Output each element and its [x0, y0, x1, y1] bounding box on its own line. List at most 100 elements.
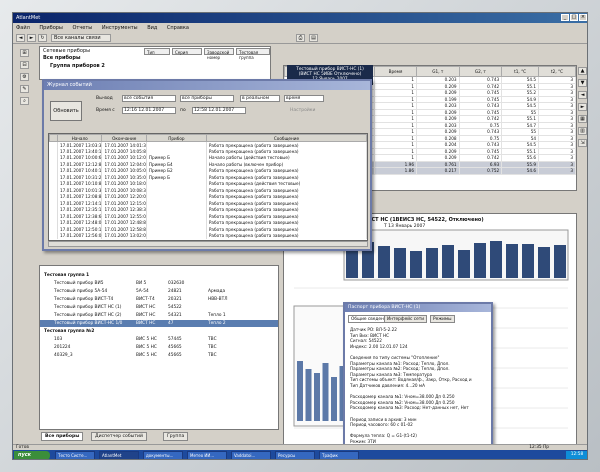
taskbar-item[interactable]: Метео ИИ...	[187, 451, 227, 459]
chart-bar	[474, 243, 486, 278]
chart-icon[interactable]: ▥	[578, 127, 587, 135]
photo-frame: AtlantMet _ □ × Файл Приборы Отчеты Инст…	[0, 0, 600, 472]
menu-help[interactable]: Справка	[167, 25, 189, 31]
tool-icon-5[interactable]: ⌕	[20, 97, 29, 105]
chart-small-bar	[322, 363, 329, 421]
taskbar-item[interactable]: Vaddatoi...	[231, 451, 271, 459]
device-cell: ТВС	[208, 352, 217, 358]
arrow-down-icon[interactable]: ▼	[578, 79, 587, 87]
print-icon[interactable]: ⎙	[296, 34, 305, 42]
chart-bar	[394, 248, 406, 278]
tree-all[interactable]: Все приборы	[43, 55, 80, 61]
dialog-titlebar[interactable]: Журнал событий	[44, 81, 370, 90]
popup-tab-modes[interactable]: Режимы	[430, 315, 455, 323]
arrow-left-icon[interactable]: ◄	[578, 91, 587, 99]
open-icon[interactable]: ▤	[309, 34, 318, 42]
grid-icon[interactable]: ▦	[578, 115, 587, 123]
device-row[interactable]: 201224 ВИС 5 НС 45665 ТВС	[40, 344, 278, 351]
event-cell: 17.01.2007 12:12:8	[57, 161, 103, 168]
col-message[interactable]: Сообщение	[205, 134, 367, 142]
col-device[interactable]: Прибор	[145, 134, 207, 142]
tab-event-dispatcher[interactable]: Диспетчер событий	[91, 432, 147, 441]
refresh-icon[interactable]: ↻	[38, 34, 47, 42]
window-titlebar[interactable]: AtlantMet _ □ ×	[13, 13, 587, 23]
device-row[interactable]: Тестовый прибор ВИ5 ВИ 5 032630	[40, 280, 278, 287]
taskbar-item[interactable]: Тесто Систе...	[55, 451, 95, 459]
arrow-right-icon[interactable]: ►	[578, 103, 587, 111]
tab-group[interactable]: Группа	[163, 432, 189, 441]
to-datetime[interactable]: 12:58 12.01.2007	[192, 107, 246, 114]
export-icon[interactable]: ⇲	[578, 139, 587, 147]
device-cell: 5А-54	[136, 288, 149, 294]
tab-serial[interactable]: Заводской номер	[204, 48, 234, 60]
device-filter[interactable]: все приборы	[180, 95, 234, 102]
menu-file[interactable]: Файл	[16, 25, 30, 31]
tab-series[interactable]: Серия	[172, 48, 202, 55]
taskbar-item[interactable]: Ресурсы	[275, 451, 315, 459]
all-links-toggle[interactable]: Все каналы связи	[51, 34, 111, 42]
minimize-button[interactable]: _	[561, 14, 569, 21]
menu-view[interactable]: Вид	[147, 25, 157, 31]
tool-icon-2[interactable]: ⊟	[20, 61, 29, 69]
device-cell: ВИСТ НС	[136, 304, 156, 310]
col-start[interactable]: Начало	[56, 134, 103, 142]
taskbar-item[interactable]: Трафик	[319, 451, 359, 459]
refresh-button[interactable]: Обновить	[50, 101, 82, 121]
col-g1[interactable]: G2, т	[458, 66, 503, 77]
taskbar-item[interactable]: AtlantMet	[99, 451, 139, 459]
tool-icon-1[interactable]: ⊞	[20, 49, 29, 57]
event-row[interactable]: 17.01.2007 12:56:0 17.01.2007 13:02:0 Рабо…	[49, 232, 367, 239]
menu-reports[interactable]: Отчеты	[72, 25, 92, 31]
device-row[interactable]: Тестовый прибор 5А-54 5А-54 24821 Армада	[40, 288, 278, 295]
tab-type[interactable]: Тип	[144, 48, 170, 55]
main-toolbar: ◄ ► ↻ Все каналы связи ⎙ ▤	[13, 32, 587, 44]
menu-devices[interactable]: Приборы	[39, 25, 62, 31]
col-t1[interactable]: t1, °C	[501, 66, 540, 77]
event-cell: 17.01.2007 10:31:2	[57, 174, 103, 181]
popup-tab-network[interactable]: Интерфейс сети	[384, 315, 428, 323]
options-link[interactable]: Настройки	[290, 108, 315, 113]
device-row[interactable]: 103 ВИС 5 НС 57445 ТВС	[40, 336, 278, 343]
all-links-label: Все каналы связи	[54, 35, 101, 41]
tree-group[interactable]: Группа приборов 2	[50, 63, 105, 69]
device-cell: 47	[168, 320, 174, 326]
chart-small-bar	[305, 369, 312, 421]
popup-titlebar[interactable]: Паспорт прибора ВИСТ-НС (1)	[345, 304, 491, 312]
col-t2[interactable]: t2, °C	[538, 66, 576, 77]
close-button[interactable]: ×	[579, 14, 587, 21]
event-filter[interactable]: все события	[122, 95, 176, 102]
col-end[interactable]: Окончание	[101, 134, 147, 142]
chart-bar	[442, 245, 454, 278]
device-cell: Тестовая группа №2	[44, 328, 95, 334]
device-group-row[interactable]: Тестовая группа №2	[40, 328, 278, 335]
tool-icon-3[interactable]: ⚙	[20, 73, 29, 81]
mode-select-2[interactable]: время	[284, 95, 324, 102]
device-passport-popup: Паспорт прибора ВИСТ-НС (1) Общие сведен…	[343, 302, 493, 455]
mode-select[interactable]: в реальном	[240, 95, 280, 102]
device-row[interactable]: Тестовый прибор ВИСТ-Т4 ВИСТ-Т4 20321 НВВ-В…	[40, 296, 278, 303]
device-row[interactable]: Тестовый прибор ВИСТ НС (1) ВИСТ НС 54522	[40, 304, 278, 311]
back-icon[interactable]: ◄	[16, 34, 25, 42]
tab-test-group[interactable]: Тестовая группа	[236, 48, 270, 60]
device-row[interactable]: Тестовый прибор ВИСТ НС (2) ВИСТ НС 54321 Т…	[40, 312, 278, 319]
from-datetime[interactable]: 12:16 12.01.2007	[122, 107, 176, 114]
start-button[interactable]: пуск	[14, 451, 50, 459]
event-cell: 17.01.2007 10:40:1	[57, 167, 103, 174]
forward-icon[interactable]: ►	[27, 34, 36, 42]
arrow-up-icon[interactable]: ▲	[578, 67, 587, 75]
menu-tools[interactable]: Инструменты	[102, 25, 138, 31]
device-group-row[interactable]: Тестовая группа 1	[40, 272, 278, 279]
events-hscroll[interactable]	[48, 241, 368, 247]
device-row[interactable]: Тестовый прибор ВИСТ-НС 1/0 ВИСТ НС 47 Тепл…	[40, 320, 278, 327]
tool-icon-4[interactable]: ✎	[20, 85, 29, 93]
col-time[interactable]: Время	[374, 66, 417, 77]
tab-all-devices[interactable]: Все приборы	[41, 432, 84, 441]
taskbar-item[interactable]: документы...	[143, 451, 183, 459]
event-cell: 17.01.2007 12:35:1	[57, 206, 103, 213]
device-row[interactable]: 40329_3 ВИС 5 НС 45665 ТВС	[40, 352, 278, 359]
device-cell: ТВС	[208, 336, 217, 342]
maximize-button[interactable]: □	[570, 14, 578, 21]
col-q[interactable]: G1, т	[416, 66, 460, 77]
table-cell: 0.217	[416, 167, 460, 175]
tree-root[interactable]: Сетевые приборы	[43, 48, 90, 54]
